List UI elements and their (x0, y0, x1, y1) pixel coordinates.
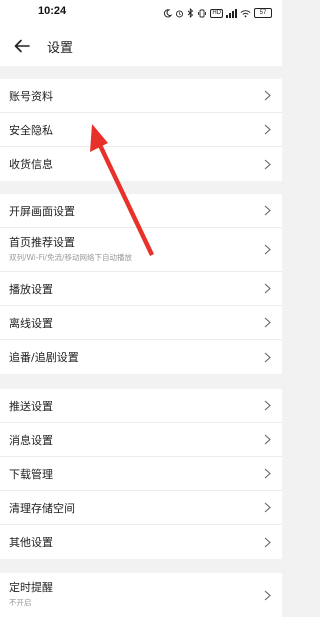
settings-item-label: 清理存储空间 (9, 502, 75, 515)
chevron-right-icon (264, 400, 272, 412)
settings-item-label: 下载管理 (9, 468, 53, 481)
settings-item-push[interactable]: 推送设置 (0, 389, 282, 423)
settings-item-sublabel: 不开启 (9, 598, 32, 607)
chevron-right-icon (264, 536, 272, 548)
alarm-icon (175, 9, 184, 18)
settings-item-label: 消息设置 (9, 434, 53, 447)
settings-item-label: 首页推荐设置 (9, 236, 75, 249)
status-icons: HD 57 (163, 6, 272, 20)
settings-item-sublabel: 双列/Wi-Fi/免流/移动网络下自动播放 (9, 253, 132, 262)
wifi-icon (240, 9, 251, 18)
settings-item-messages[interactable]: 消息设置 (0, 423, 282, 457)
chevron-right-icon (264, 589, 272, 601)
page-title: 设置 (47, 41, 74, 56)
settings-item-account-profile[interactable]: 账号资料 (0, 79, 282, 113)
settings-item-label: 离线设置 (9, 317, 53, 330)
settings-item-home-recommend[interactable]: 首页推荐设置 双列/Wi-Fi/免流/移动网络下自动播放 (0, 228, 282, 272)
chevron-right-icon (264, 205, 272, 217)
signal-icon (226, 8, 237, 18)
back-arrow-icon (14, 39, 30, 53)
settings-item-follow-series[interactable]: 追番/追剧设置 (0, 340, 282, 374)
settings-item-label: 推送设置 (9, 400, 53, 413)
moon-icon (163, 8, 173, 18)
settings-item-splash-screen[interactable]: 开屏画面设置 (0, 194, 282, 228)
chevron-right-icon (264, 283, 272, 295)
chevron-right-icon (264, 158, 272, 170)
settings-group-playback: 开屏画面设置 首页推荐设置 双列/Wi-Fi/免流/移动网络下自动播放 播放设置… (0, 194, 282, 374)
settings-item-other[interactable]: 其他设置 (0, 525, 282, 559)
bluetooth-icon (187, 8, 194, 18)
settings-item-label: 开屏画面设置 (9, 205, 75, 218)
settings-item-shipping-info[interactable]: 收货信息 (0, 147, 282, 181)
settings-item-security-privacy[interactable]: 安全隐私 (0, 113, 282, 147)
vibrate-icon (197, 9, 207, 18)
settings-group-reminder: 定时提醒 不开启 (0, 573, 282, 617)
back-button[interactable] (10, 34, 34, 58)
settings-item-offline[interactable]: 离线设置 (0, 306, 282, 340)
settings-group-account: 账号资料 安全隐私 收货信息 (0, 79, 282, 181)
settings-item-label: 定时提醒 (9, 581, 53, 594)
settings-item-label: 安全隐私 (9, 124, 53, 137)
settings-item-label: 账号资料 (9, 90, 53, 103)
hd-badge: HD (210, 8, 223, 18)
settings-item-label: 播放设置 (9, 283, 53, 296)
settings-item-downloads[interactable]: 下载管理 (0, 457, 282, 491)
chevron-right-icon (264, 317, 272, 329)
header: 设置 (0, 26, 282, 66)
settings-item-clear-storage[interactable]: 清理存储空间 (0, 491, 282, 525)
chevron-right-icon (264, 244, 272, 256)
chevron-right-icon (264, 434, 272, 446)
battery-icon: 57 (254, 8, 272, 18)
chevron-right-icon (264, 351, 272, 363)
chevron-right-icon (264, 90, 272, 102)
settings-item-label: 追番/追剧设置 (9, 351, 79, 364)
status-time: 10:24 (38, 5, 67, 17)
settings-item-label: 其他设置 (9, 536, 53, 549)
chevron-right-icon (264, 502, 272, 514)
settings-group-general: 推送设置 消息设置 下载管理 清理存储空间 其他设置 (0, 389, 282, 559)
settings-item-label: 收货信息 (9, 158, 53, 171)
status-bar: 10:24 HD 57 (0, 0, 282, 26)
chevron-right-icon (264, 124, 272, 136)
chevron-right-icon (264, 468, 272, 480)
settings-item-timed-reminder[interactable]: 定时提醒 不开启 (0, 573, 282, 617)
settings-item-playback[interactable]: 播放设置 (0, 272, 282, 306)
